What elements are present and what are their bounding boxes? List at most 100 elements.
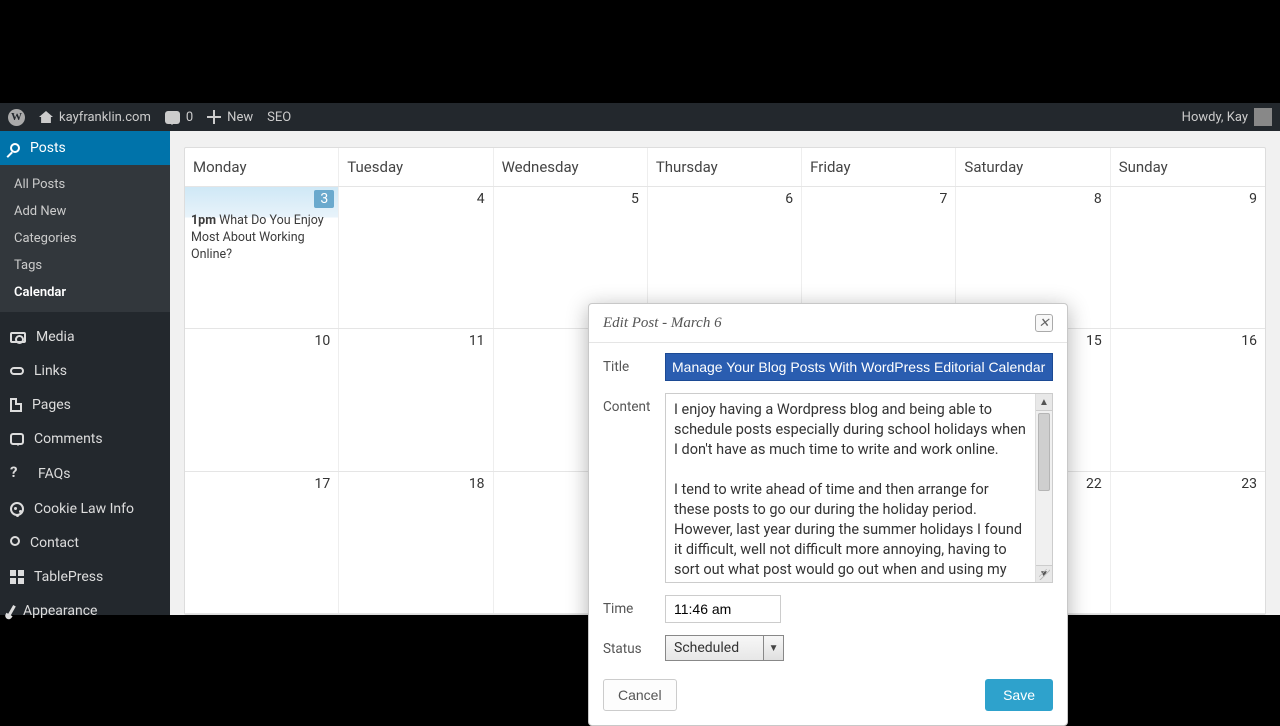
seo-label: SEO (267, 110, 291, 125)
menu-cookie-label: Cookie Law Info (34, 501, 134, 517)
site-name: kayfranklin.com (59, 110, 151, 125)
admin-sidemenu: Posts All Posts Add New Categories Tags … (0, 131, 170, 615)
plus-icon (207, 110, 221, 124)
site-link[interactable]: kayfranklin.com (39, 110, 151, 125)
day-number: 11 (469, 333, 485, 349)
calendar-cell[interactable]: 10 (185, 329, 339, 470)
calendar-cell[interactable]: 18 (339, 472, 493, 613)
person-icon (10, 536, 20, 546)
calendar-cell[interactable]: 16 (1111, 329, 1265, 470)
day-number: 6 (785, 191, 793, 207)
menu-faqs[interactable]: ? FAQs (0, 456, 170, 492)
calendar-cell[interactable]: 17 (185, 472, 339, 613)
pin-icon (8, 141, 22, 155)
menu-media[interactable]: Media (0, 320, 170, 354)
chevron-down-icon[interactable]: ▼ (764, 635, 784, 661)
day-header: Thursday (648, 148, 802, 186)
modal-close-button[interactable]: ✕ (1035, 314, 1053, 332)
modal-title-bar: Edit Post - March 6 ✕ (589, 304, 1067, 343)
posts-submenu: All Posts Add New Categories Tags Calend… (0, 165, 170, 312)
link-icon (10, 367, 24, 375)
menu-appearance[interactable]: Appearance (0, 594, 170, 628)
menu-cookie[interactable]: Cookie Law Info (0, 492, 170, 526)
cookie-icon (10, 502, 24, 516)
menu-media-label: Media (36, 329, 75, 345)
day-number: 18 (469, 476, 485, 492)
menu-posts-label: Posts (30, 140, 66, 156)
new-link[interactable]: New (207, 110, 253, 125)
day-number: 4 (477, 191, 485, 207)
day-number: 8 (1094, 191, 1102, 207)
day-number: 9 (1249, 191, 1257, 207)
grid-icon (10, 570, 24, 584)
post-content-textarea[interactable] (666, 394, 1035, 582)
day-header: Saturday (956, 148, 1110, 186)
wp-logo[interactable] (8, 109, 25, 126)
menu-links-label: Links (34, 363, 67, 379)
post-time-input[interactable] (665, 595, 781, 623)
modal-heading: Edit Post - March 6 (603, 315, 722, 332)
submenu-categories[interactable]: Categories (0, 225, 170, 252)
menu-tablepress[interactable]: TablePress (0, 560, 170, 594)
day-header: Tuesday (339, 148, 493, 186)
resize-grip-icon[interactable] (1039, 569, 1050, 580)
menu-contact[interactable]: Contact (0, 526, 170, 560)
scroll-thumb[interactable] (1038, 413, 1050, 491)
content-field-wrap: ▲ ▼ (665, 393, 1053, 583)
menu-pages[interactable]: Pages (0, 388, 170, 422)
cancel-button[interactable]: Cancel (603, 679, 677, 711)
menu-faqs-label: FAQs (38, 466, 71, 482)
day-header: Monday (185, 148, 339, 186)
status-label: Status (603, 635, 665, 661)
content-label: Content (603, 393, 665, 583)
seo-link[interactable]: SEO (267, 110, 291, 125)
day-number: 5 (631, 191, 639, 207)
day-number: 15 (1086, 333, 1102, 349)
admin-bar: kayfranklin.com 0 New SEO Howdy, Kay (0, 103, 1280, 131)
day-header: Friday (802, 148, 956, 186)
question-icon: ? (10, 465, 28, 483)
post-title-input[interactable] (665, 353, 1053, 381)
calendar-cell[interactable]: 11 (339, 329, 493, 470)
submenu-tags[interactable]: Tags (0, 252, 170, 279)
menu-tablepress-label: TablePress (34, 569, 103, 585)
page-icon (10, 398, 22, 412)
menu-contact-label: Contact (30, 535, 79, 551)
new-label: New (227, 110, 253, 125)
day-number: 23 (1241, 476, 1257, 492)
menu-posts[interactable]: Posts (0, 131, 170, 165)
scroll-up-arrow[interactable]: ▲ (1036, 394, 1052, 411)
submenu-calendar[interactable]: Calendar (0, 279, 170, 306)
time-label: Time (603, 595, 665, 623)
event-time: 1pm (191, 213, 216, 228)
menu-comments[interactable]: Comments (0, 422, 170, 456)
submenu-all-posts[interactable]: All Posts (0, 171, 170, 198)
menu-links[interactable]: Links (0, 354, 170, 388)
title-label: Title (603, 353, 665, 381)
comment-count: 0 (186, 110, 193, 125)
brush-icon (7, 605, 16, 617)
submenu-add-new[interactable]: Add New (0, 198, 170, 225)
day-number: 22 (1086, 476, 1102, 492)
day-number: 3 (314, 190, 334, 208)
post-status-select[interactable]: Scheduled (665, 635, 764, 661)
calendar-cell[interactable]: 23 (1111, 472, 1265, 613)
howdy-link[interactable]: Howdy, Kay (1182, 108, 1272, 126)
day-header: Sunday (1111, 148, 1265, 186)
menu-appearance-label: Appearance (23, 603, 97, 619)
calendar-cell[interactable]: 9 (1111, 187, 1265, 328)
calendar-event[interactable]: 1pm What Do You Enjoy Most About Working… (191, 213, 332, 264)
day-number: 16 (1241, 333, 1257, 349)
content-scrollbar[interactable]: ▲ ▼ (1035, 394, 1052, 582)
edit-post-modal: Edit Post - March 6 ✕ Title Content ▲ (588, 303, 1068, 726)
comment-icon (165, 111, 180, 124)
calendar-cell[interactable]: 3 1pm What Do You Enjoy Most About Worki… (185, 187, 339, 328)
comments-link[interactable]: 0 (165, 110, 193, 125)
calendar-cell[interactable]: 4 (339, 187, 493, 328)
home-icon (39, 111, 53, 123)
day-number: 7 (940, 191, 948, 207)
save-button[interactable]: Save (985, 679, 1053, 711)
comment-menu-icon (10, 433, 24, 445)
media-icon (10, 332, 26, 343)
day-number: 17 (315, 476, 331, 492)
